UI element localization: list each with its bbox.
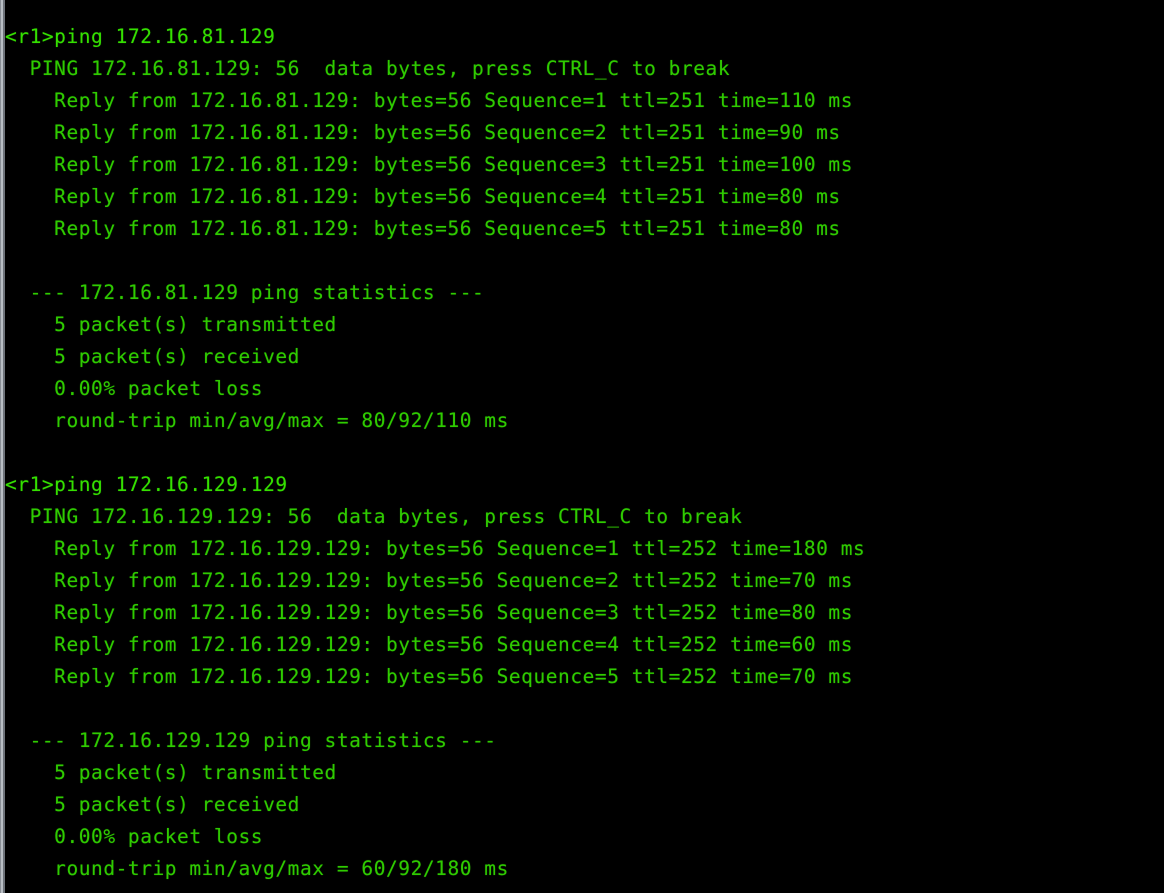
console-line-stats-header: --- 172.16.129.129 ping statistics --- bbox=[5, 729, 497, 752]
console-line-reply: Reply from 172.16.129.129: bytes=56 Sequ… bbox=[5, 601, 854, 624]
console-line-stats: 5 packet(s) transmitted bbox=[5, 313, 337, 336]
console-line-prompt: <r1>ping 172.16.81.129 bbox=[5, 25, 276, 48]
console-line-blank bbox=[5, 437, 1164, 469]
console-line-reply: Reply from 172.16.129.129: bytes=56 Sequ… bbox=[5, 569, 854, 592]
console-line-stats: 0.00% packet loss bbox=[5, 825, 264, 848]
console-output: <r1>ping 172.16.81.129 PING 172.16.81.12… bbox=[5, 0, 1164, 885]
console-line-blank bbox=[5, 245, 1164, 277]
console-line-reply: Reply from 172.16.81.129: bytes=56 Seque… bbox=[5, 121, 841, 144]
console-line-stats: round-trip min/avg/max = 60/92/180 ms bbox=[5, 857, 509, 880]
console-line-stats: round-trip min/avg/max = 80/92/110 ms bbox=[5, 409, 509, 432]
terminal-window: <r1>ping 172.16.81.129 PING 172.16.81.12… bbox=[0, 0, 1164, 893]
console-line-reply: Reply from 172.16.81.129: bytes=56 Seque… bbox=[5, 217, 841, 240]
console-line-header: PING 172.16.81.129: 56 data bytes, press… bbox=[5, 57, 731, 80]
console-line-reply: Reply from 172.16.81.129: bytes=56 Seque… bbox=[5, 89, 854, 112]
console-line-reply: Reply from 172.16.129.129: bytes=56 Sequ… bbox=[5, 665, 854, 688]
console-line-blank bbox=[5, 693, 1164, 725]
console-line-reply: Reply from 172.16.129.129: bytes=56 Sequ… bbox=[5, 537, 866, 560]
console-line-reply: Reply from 172.16.81.129: bytes=56 Seque… bbox=[5, 185, 841, 208]
console-line-reply: Reply from 172.16.81.129: bytes=56 Seque… bbox=[5, 153, 854, 176]
console-line-stats: 5 packet(s) transmitted bbox=[5, 761, 337, 784]
console-line-stats: 0.00% packet loss bbox=[5, 377, 264, 400]
console-line-stats: 5 packet(s) received bbox=[5, 345, 300, 368]
console-line-stats: 5 packet(s) received bbox=[5, 793, 300, 816]
terminal-screen[interactable]: <r1>ping 172.16.81.129 PING 172.16.81.12… bbox=[5, 0, 1164, 893]
console-line-prompt: <r1>ping 172.16.129.129 bbox=[5, 473, 288, 496]
console-line-header: PING 172.16.129.129: 56 data bytes, pres… bbox=[5, 505, 743, 528]
console-line-stats-header: --- 172.16.81.129 ping statistics --- bbox=[5, 281, 485, 304]
console-line-reply: Reply from 172.16.129.129: bytes=56 Sequ… bbox=[5, 633, 854, 656]
